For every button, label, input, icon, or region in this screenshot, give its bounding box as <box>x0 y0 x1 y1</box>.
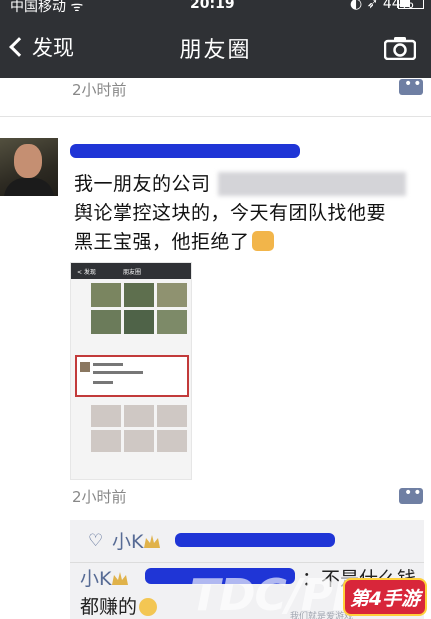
embedded-photo-grid <box>91 283 187 334</box>
avatar-face <box>14 144 42 178</box>
battery-level <box>400 0 410 7</box>
crown-icon <box>112 572 129 585</box>
site-logo: 第4手游 <box>343 578 427 616</box>
post-line-2: 舆论掌控这块的，今天有团队找他要 <box>74 202 387 224</box>
post-time: 2小时前 <box>72 488 127 506</box>
comment-text-2-content: 都赚的 <box>80 596 138 618</box>
battery-icon <box>398 0 424 9</box>
embedded-photo-grid-2 <box>91 405 187 452</box>
camera-icon[interactable] <box>384 36 416 60</box>
photo-thumb <box>157 283 187 307</box>
comments-divider <box>70 562 424 563</box>
prev-post-time: 2小时前 <box>72 81 127 99</box>
avatar-body <box>4 178 54 196</box>
like-user-name: 小K <box>112 531 144 553</box>
photo-thumb <box>91 405 121 427</box>
avatar[interactable] <box>0 138 58 196</box>
photo-thumb <box>124 310 154 334</box>
photo-thumb <box>157 405 187 427</box>
post-line-3: 黑王宝强，他拒绝了 <box>74 228 414 257</box>
photo-thumb <box>91 310 121 334</box>
top-bar: 中国移动 ᯤ 20:19 ◐ ➶ 44% 发现 朋友圈 <box>0 0 431 78</box>
carrier-label: 中国移动 ᯤ <box>10 0 84 15</box>
heart-icon: ♡ <box>88 531 104 551</box>
comment-text-2: 都赚的 <box>80 592 158 619</box>
redacted-like-names <box>175 533 335 547</box>
comment-menu-icon[interactable] <box>399 485 423 504</box>
photo-thumb <box>124 405 154 427</box>
embedded-avatar <box>80 362 90 372</box>
thumbs-up-icon <box>251 231 274 251</box>
like-user[interactable]: 小K <box>112 527 161 554</box>
embedded-text-line <box>93 381 113 384</box>
nav-bar: 发现 朋友圈 <box>0 22 431 72</box>
crown-icon <box>144 535 161 548</box>
photo-thumb <box>124 283 154 307</box>
post-image[interactable]: < 发现 朋友圈 <box>70 262 192 480</box>
comment-author-name: 小K <box>80 568 112 590</box>
photo-thumb <box>91 430 121 452</box>
embedded-text-line <box>93 363 123 366</box>
page-title: 朋友圈 <box>179 38 252 63</box>
smiley-icon <box>139 598 158 616</box>
comment-author[interactable]: 小K <box>80 564 129 591</box>
comment-menu-icon[interactable] <box>399 76 423 95</box>
divider <box>0 116 431 117</box>
embedded-highlight-card <box>75 355 189 397</box>
redacted-text <box>218 172 406 196</box>
photo-thumb <box>91 283 121 307</box>
photo-thumb <box>157 310 187 334</box>
photo-thumb <box>157 430 187 452</box>
embedded-nav-bar: < 发现 朋友圈 <box>71 263 191 279</box>
status-time: 20:19 <box>190 0 235 12</box>
redacted-username <box>70 144 300 158</box>
status-bar: 中国移动 ᯤ 20:19 ◐ ➶ 44% <box>0 0 431 15</box>
post-line-3-text: 黑王宝强，他拒绝了 <box>74 231 250 253</box>
embedded-text-line <box>93 371 143 374</box>
embedded-title: 朋友圈 <box>122 269 141 276</box>
photo-thumb <box>124 430 154 452</box>
